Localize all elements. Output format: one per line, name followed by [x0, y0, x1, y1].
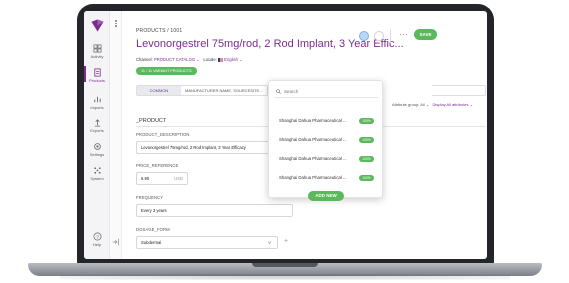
- product-description-field[interactable]: Levonorgestrel 75mg/rod, 2 Rod Implant, …: [136, 141, 278, 154]
- laptop-shadow: [60, 274, 510, 280]
- field-label: FREQUENCY: [136, 195, 164, 200]
- nav-item-products[interactable]: Products: [84, 66, 110, 83]
- breadcrumb[interactable]: PRODUCTS / 1001: [136, 28, 182, 34]
- locale-selector[interactable]: English: [224, 57, 238, 62]
- dosage-form-select[interactable]: Subdermal: [136, 236, 278, 249]
- chevron-down-icon[interactable]: ⌄: [196, 57, 200, 62]
- completeness-badge: 100%: [359, 137, 374, 143]
- us-flag-icon: [218, 58, 223, 62]
- system-icon: [93, 167, 101, 174]
- products-icon: [93, 68, 101, 77]
- attribute-group-label[interactable]: Attribute group: All: [392, 102, 425, 107]
- display-attributes-selector[interactable]: Display All attributes: [433, 102, 469, 107]
- nav-item-activity[interactable]: Activity: [84, 44, 110, 59]
- settings-icon: [93, 143, 101, 150]
- activity-icon: [93, 44, 101, 53]
- price-value: 6.90: [141, 176, 150, 181]
- chevron-down-icon[interactable]: ⌄: [426, 102, 429, 107]
- attribute-group-tabs: COMMON MANUFACTURER NAME, SOURCESITE...: [136, 85, 268, 96]
- list-item[interactable]: Shanghai Dahua Pharmaceutical ... 100%: [275, 174, 378, 183]
- currency-unit: USD: [174, 176, 183, 181]
- tabs-overflow-area: [432, 85, 486, 96]
- nav-item-help[interactable]: ? Help: [84, 232, 110, 247]
- add-new-button[interactable]: ADD NEW: [308, 191, 344, 201]
- list-item[interactable]: Shanghai Dahua Pharmaceutical ... 100%: [275, 155, 378, 164]
- channel-selector[interactable]: PRODUCT CATALOG: [154, 57, 195, 62]
- svg-text:?: ?: [96, 234, 99, 240]
- list-item[interactable]: Shanghai Dahua Pharmaceutical ... 100%: [275, 136, 378, 145]
- field-label: PRICE_REFERENCE: [136, 163, 179, 168]
- nav-label: Activity: [90, 54, 104, 59]
- exports-icon: [94, 119, 100, 127]
- nav-label: Exports: [90, 128, 104, 133]
- search-box: [275, 86, 378, 98]
- manufacturer-dropdown: Shanghai Dahua Pharmaceutical ... 100% S…: [268, 80, 383, 201]
- variant-products-badge[interactable]: 11 / 11 VARIANT PRODUCTS: [136, 67, 197, 75]
- left-nav: Activity Products Imports Exports Settin…: [84, 11, 110, 259]
- add-value-icon[interactable]: +: [284, 238, 288, 245]
- manufacturer-name: Shanghai Dahua Pharmaceutical ...: [279, 137, 347, 142]
- channel-label: Channel:: [136, 57, 153, 62]
- field-label: DOSAGE_FORM: [136, 227, 170, 232]
- chevron-down-icon[interactable]: [267, 240, 272, 245]
- tab-manufacturer[interactable]: MANUFACTURER NAME, SOURCESITE...: [185, 86, 263, 95]
- field-label: PRODUCT_DESCRIPTION: [136, 132, 190, 137]
- imports-icon: [93, 96, 101, 103]
- manufacturer-name: Shanghai Dahua Pharmaceutical ...: [279, 156, 347, 161]
- completeness-badge: 100%: [359, 175, 374, 181]
- app-screen: Activity Products Imports Exports Settin…: [84, 11, 487, 259]
- nav-label: Products: [89, 78, 105, 83]
- nav-label: System: [90, 176, 104, 181]
- help-icon: ?: [93, 232, 101, 241]
- completeness-badge: 100%: [359, 118, 374, 124]
- chevron-down-icon[interactable]: ⌄: [239, 57, 243, 62]
- save-button[interactable]: SAVE: [414, 29, 437, 40]
- attribute-group-filter[interactable]: Attribute group: All ⌄ Display All attri…: [392, 102, 473, 107]
- search-input[interactable]: [284, 87, 374, 96]
- section-title: _PRODUCT: [136, 118, 167, 124]
- secondary-column: [110, 11, 122, 259]
- manufacturer-name: Shanghai Dahua Pharmaceutical ...: [279, 175, 347, 180]
- tab-common[interactable]: COMMON: [137, 86, 181, 95]
- nav-label: Help: [92, 242, 102, 247]
- price-reference-field[interactable]: 6.90 USD: [136, 172, 188, 185]
- nav-item-settings[interactable]: Settings: [84, 142, 110, 157]
- context-selector: Channel: PRODUCT CATALOG ⌄ Locale: Engli…: [136, 57, 243, 62]
- notification-bell-icon[interactable]: [374, 31, 384, 41]
- nav-label: Imports: [90, 105, 104, 110]
- list-item[interactable]: Shanghai Dahua Pharmaceutical ... 100%: [275, 117, 378, 126]
- search-icon: [276, 89, 281, 94]
- more-options-icon[interactable]: ···: [399, 30, 409, 39]
- nav-item-imports[interactable]: Imports: [84, 95, 110, 110]
- app-logo[interactable]: [90, 18, 105, 33]
- laptop-notch: [252, 263, 318, 267]
- collapse-panel-icon[interactable]: [112, 238, 120, 246]
- chevron-down-icon[interactable]: ⌄: [470, 102, 473, 107]
- more-vertical-icon[interactable]: [114, 20, 118, 28]
- nav-item-exports[interactable]: Exports: [84, 118, 110, 133]
- nav-item-system[interactable]: System: [84, 166, 110, 181]
- frequency-field[interactable]: Every 3 years: [136, 204, 293, 217]
- dosage-form-value: Subdermal: [141, 240, 162, 245]
- locale-label: Locale:: [203, 57, 217, 62]
- user-avatar[interactable]: [359, 31, 369, 41]
- header-divider: [390, 29, 391, 43]
- manufacturer-name: Shanghai Dahua Pharmaceutical ...: [279, 118, 347, 123]
- nav-label: Settings: [89, 152, 105, 157]
- completeness-badge: 100%: [359, 156, 374, 162]
